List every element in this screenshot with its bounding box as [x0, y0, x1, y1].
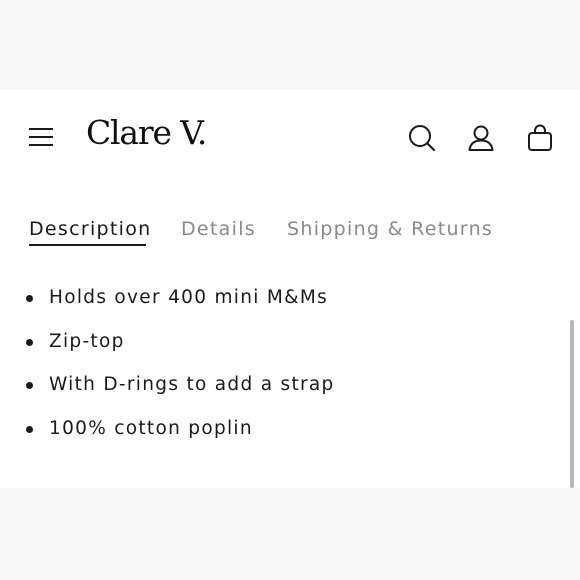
bullet-icon [26, 382, 33, 389]
list-item: With D-rings to add a strap [0, 373, 335, 417]
scrollbar-thumb[interactable] [570, 320, 574, 488]
tab-details[interactable]: Details [181, 216, 256, 242]
list-item: Holds over 400 mini M&Ms [0, 286, 335, 330]
tab-shipping-returns-label: Shipping & Returns [287, 218, 494, 240]
tab-shipping-returns[interactable]: Shipping & Returns [287, 216, 493, 242]
brand-logo[interactable]: Clare V. [86, 116, 207, 149]
bullet-icon [26, 295, 33, 302]
account-icon[interactable] [467, 124, 495, 152]
active-tab-underline [29, 244, 146, 246]
site-header: Clare V. [0, 90, 580, 186]
list-item: Zip-top [0, 330, 335, 374]
bullet-text: Holds over 400 mini M&Ms [49, 287, 329, 308]
tab-description-label: Description [29, 218, 152, 240]
shopping-bag-icon[interactable] [526, 124, 554, 152]
bullet-text: With D-rings to add a strap [49, 374, 335, 395]
tab-details-label: Details [181, 218, 256, 240]
product-info-panel: Clare V. Description Details Shipping & … [0, 90, 580, 488]
bullet-icon [26, 425, 33, 433]
description-bullet-list: Holds over 400 mini M&Ms Zip-top With D-… [0, 286, 335, 460]
hamburger-menu-icon[interactable] [28, 126, 56, 148]
bullet-text: 100% cotton poplin [49, 417, 253, 439]
tab-description[interactable]: Description [29, 216, 152, 246]
search-icon[interactable] [408, 124, 436, 152]
screenshot-frame: Clare V. Description Details Shipping & … [0, 0, 580, 580]
list-item: 100% cotton poplin [0, 417, 335, 461]
bullet-text: Zip-top [49, 330, 125, 352]
bullet-icon [26, 338, 33, 346]
